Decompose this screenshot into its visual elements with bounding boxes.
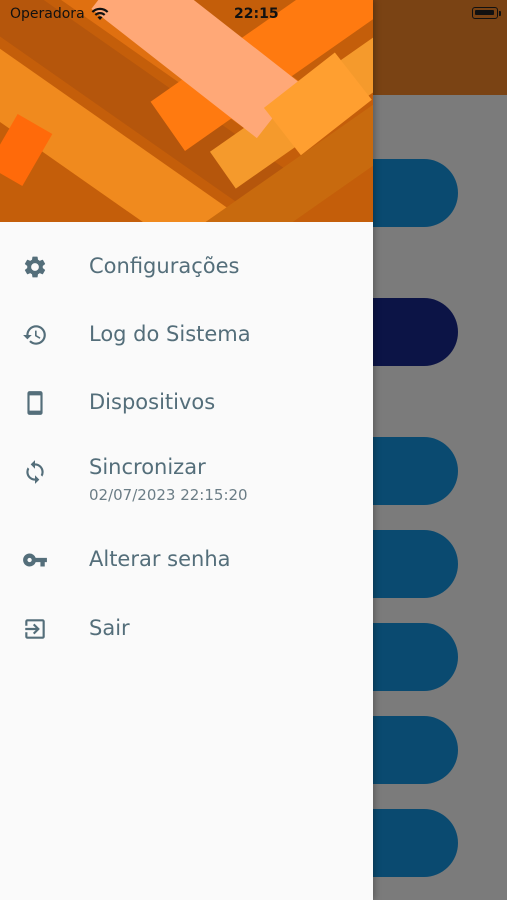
wifi-icon [91, 7, 109, 20]
menu-item-label: Sair [89, 616, 130, 640]
logout-icon [25, 619, 45, 639]
smartphone-icon [27, 391, 43, 415]
header-pattern [0, 0, 373, 222]
menu-item-label: Alterar senha [89, 547, 231, 571]
menu-item-label: Configurações [89, 254, 240, 278]
status-bar-time: 22:15 [234, 6, 279, 22]
history-icon [23, 325, 46, 345]
gear-icon [24, 256, 46, 278]
key-icon [23, 553, 47, 567]
menu-item-log-do-sistema[interactable]: Log do Sistema [0, 305, 373, 365]
menu-item-label: Sincronizar [89, 455, 206, 479]
status-bar-carrier: Operadora [10, 6, 109, 22]
menu-item-dispositivos[interactable]: Dispositivos [0, 373, 373, 433]
menu-item-sair[interactable]: Sair [0, 599, 373, 659]
sync-icon [26, 460, 44, 484]
battery-icon [472, 7, 498, 19]
drawer-header-banner [0, 0, 373, 222]
menu-item-alterar-senha[interactable]: Alterar senha [0, 530, 373, 590]
navigation-drawer: Operadora 22:15 Configurações Log do Sis… [0, 0, 373, 900]
last-sync-timestamp: 02/07/2023 22:15:20 [89, 486, 248, 504]
menu-item-configuracoes[interactable]: Configurações [0, 237, 373, 297]
menu-item-label: Dispositivos [89, 390, 216, 414]
menu-item-label: Log do Sistema [89, 322, 251, 346]
menu-item-sincronizar[interactable]: Sincronizar 02/07/2023 22:15:20 [0, 445, 373, 515]
